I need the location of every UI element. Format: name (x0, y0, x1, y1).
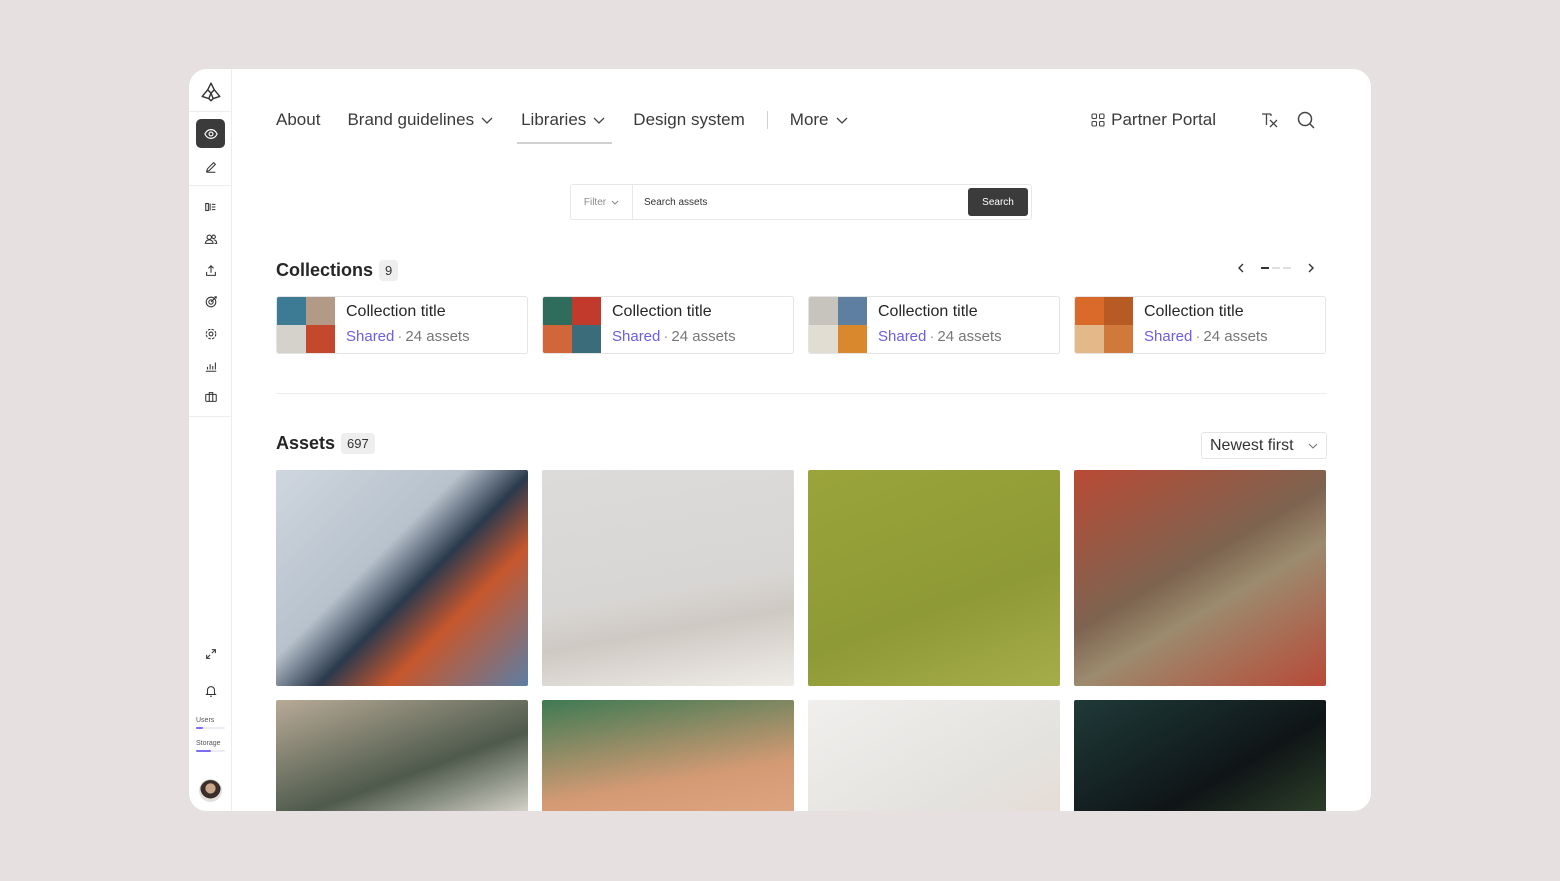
collection-card[interactable]: Collection title Shared · 24 assets (1074, 296, 1326, 354)
sort-dropdown[interactable]: Newest first (1201, 432, 1327, 459)
collections-heading: Collections 9 (276, 260, 399, 281)
collection-thumbnail (1075, 297, 1133, 353)
collection-thumbnail (543, 297, 601, 353)
search-icon[interactable] (1296, 110, 1316, 130)
nav-more-label: More (789, 110, 829, 129)
collections-title: Collections (276, 260, 374, 280)
nav-about[interactable]: About (276, 107, 320, 133)
collection-status: Shared (1144, 328, 1193, 345)
users-meter-fill (196, 727, 204, 729)
pencil-icon[interactable] (196, 152, 225, 181)
eye-icon[interactable] (196, 119, 225, 148)
carousel-dot[interactable] (1272, 267, 1280, 269)
asset-tile[interactable] (808, 470, 1060, 686)
assets-heading: Assets 697 (276, 433, 375, 454)
collections-count-badge: 9 (379, 260, 399, 281)
collection-title: Collection title (346, 303, 446, 320)
nav-divider (766, 111, 768, 129)
asset-tile[interactable] (1074, 470, 1326, 686)
collection-status: Shared (612, 328, 661, 345)
asset-tile[interactable] (276, 700, 528, 811)
collection-card[interactable]: Collection title Shared · 24 assets (808, 296, 1060, 354)
nav-design-system[interactable]: Design system (633, 107, 744, 133)
collection-asset-count: 24 assets (405, 328, 470, 345)
collection-status: Shared (346, 328, 395, 345)
bell-icon[interactable] (196, 676, 225, 705)
storage-meter: Storage (196, 740, 225, 752)
expand-icon[interactable] (196, 639, 225, 668)
collection-asset-count: 24 assets (1203, 328, 1268, 345)
nav-design-system-label: Design system (633, 110, 745, 129)
collection-title: Collection title (878, 303, 978, 320)
chevron-left-icon[interactable] (1235, 262, 1247, 274)
chevron-down-icon (593, 117, 605, 124)
users-icon[interactable] (196, 224, 225, 253)
chart-icon[interactable] (196, 351, 225, 380)
section-divider (276, 393, 1327, 394)
collection-thumbnail (809, 297, 867, 353)
asset-tile[interactable] (1074, 700, 1326, 811)
partner-portal-link[interactable]: Partner Portal (1091, 110, 1216, 130)
app-window: Users Storage About Brand guidelines Lib… (189, 69, 1371, 811)
chevron-right-icon[interactable] (1305, 262, 1317, 274)
briefcase-icon[interactable] (196, 382, 225, 411)
users-meter: Users (196, 717, 225, 729)
collections-list: Collection title Shared · 24 assets Collec… (276, 296, 1326, 354)
users-label: Users (196, 717, 215, 724)
storage-label: Storage (196, 740, 221, 747)
assets-count-badge: 697 (341, 433, 375, 454)
collection-card[interactable]: Collection title Shared · 24 assets (542, 296, 794, 354)
filter-label: Filter (583, 196, 607, 208)
partner-portal-label: Partner Portal (1111, 110, 1216, 129)
chevron-down-icon (836, 117, 847, 124)
chevron-down-icon (481, 117, 493, 124)
storage-meter-fill (196, 750, 211, 752)
nav-about-label: About (276, 110, 321, 129)
collection-asset-count: 24 assets (671, 328, 736, 345)
app-logo-icon[interactable] (196, 77, 225, 106)
sidebar: Users Storage (189, 69, 232, 811)
share-icon[interactable] (196, 256, 225, 285)
collections-carousel-controls (1235, 262, 1317, 274)
assets-title: Assets (276, 433, 336, 453)
asset-tile[interactable] (276, 470, 528, 686)
collection-title: Collection title (1144, 303, 1244, 320)
nav-libraries-label: Libraries (521, 110, 587, 129)
collection-thumbnail (277, 297, 335, 353)
top-right-actions: Partner Portal (1091, 107, 1316, 133)
carousel-dot[interactable] (1261, 267, 1269, 269)
chevron-down-icon (611, 200, 619, 205)
asset-search-bar: Filter Search (570, 184, 1032, 220)
collection-title: Collection title (612, 303, 712, 320)
asset-tile[interactable] (542, 470, 794, 686)
nav-brand-guidelines-label: Brand guidelines (347, 110, 475, 129)
carousel-dot[interactable] (1283, 267, 1291, 269)
nav-brand-guidelines[interactable]: Brand guidelines (347, 107, 494, 133)
collection-asset-count: 24 assets (937, 328, 1002, 345)
asset-tile[interactable] (808, 700, 1060, 811)
filter-dropdown[interactable]: Filter (571, 185, 633, 219)
target-icon[interactable] (196, 287, 225, 316)
nav-libraries[interactable]: Libraries (517, 107, 613, 144)
chevron-down-icon (1308, 443, 1318, 449)
carousel-page-dots (1261, 267, 1291, 269)
asset-tile[interactable] (542, 700, 794, 811)
sort-label: Newest first (1210, 436, 1294, 454)
collection-status: Shared (878, 328, 927, 345)
nav-more[interactable]: More (790, 107, 849, 133)
top-nav: About Brand guidelines Libraries Design … (276, 107, 876, 144)
assets-grid (276, 470, 1327, 811)
search-input[interactable] (633, 196, 968, 208)
collection-card[interactable]: Collection title Shared · 24 assets (276, 296, 528, 354)
search-button[interactable]: Search (968, 188, 1028, 216)
translate-icon[interactable] (1260, 110, 1280, 130)
avatar[interactable] (199, 779, 222, 802)
flow-icon[interactable] (196, 192, 225, 221)
grid-icon (1091, 113, 1105, 127)
settings-icon[interactable] (196, 319, 225, 348)
